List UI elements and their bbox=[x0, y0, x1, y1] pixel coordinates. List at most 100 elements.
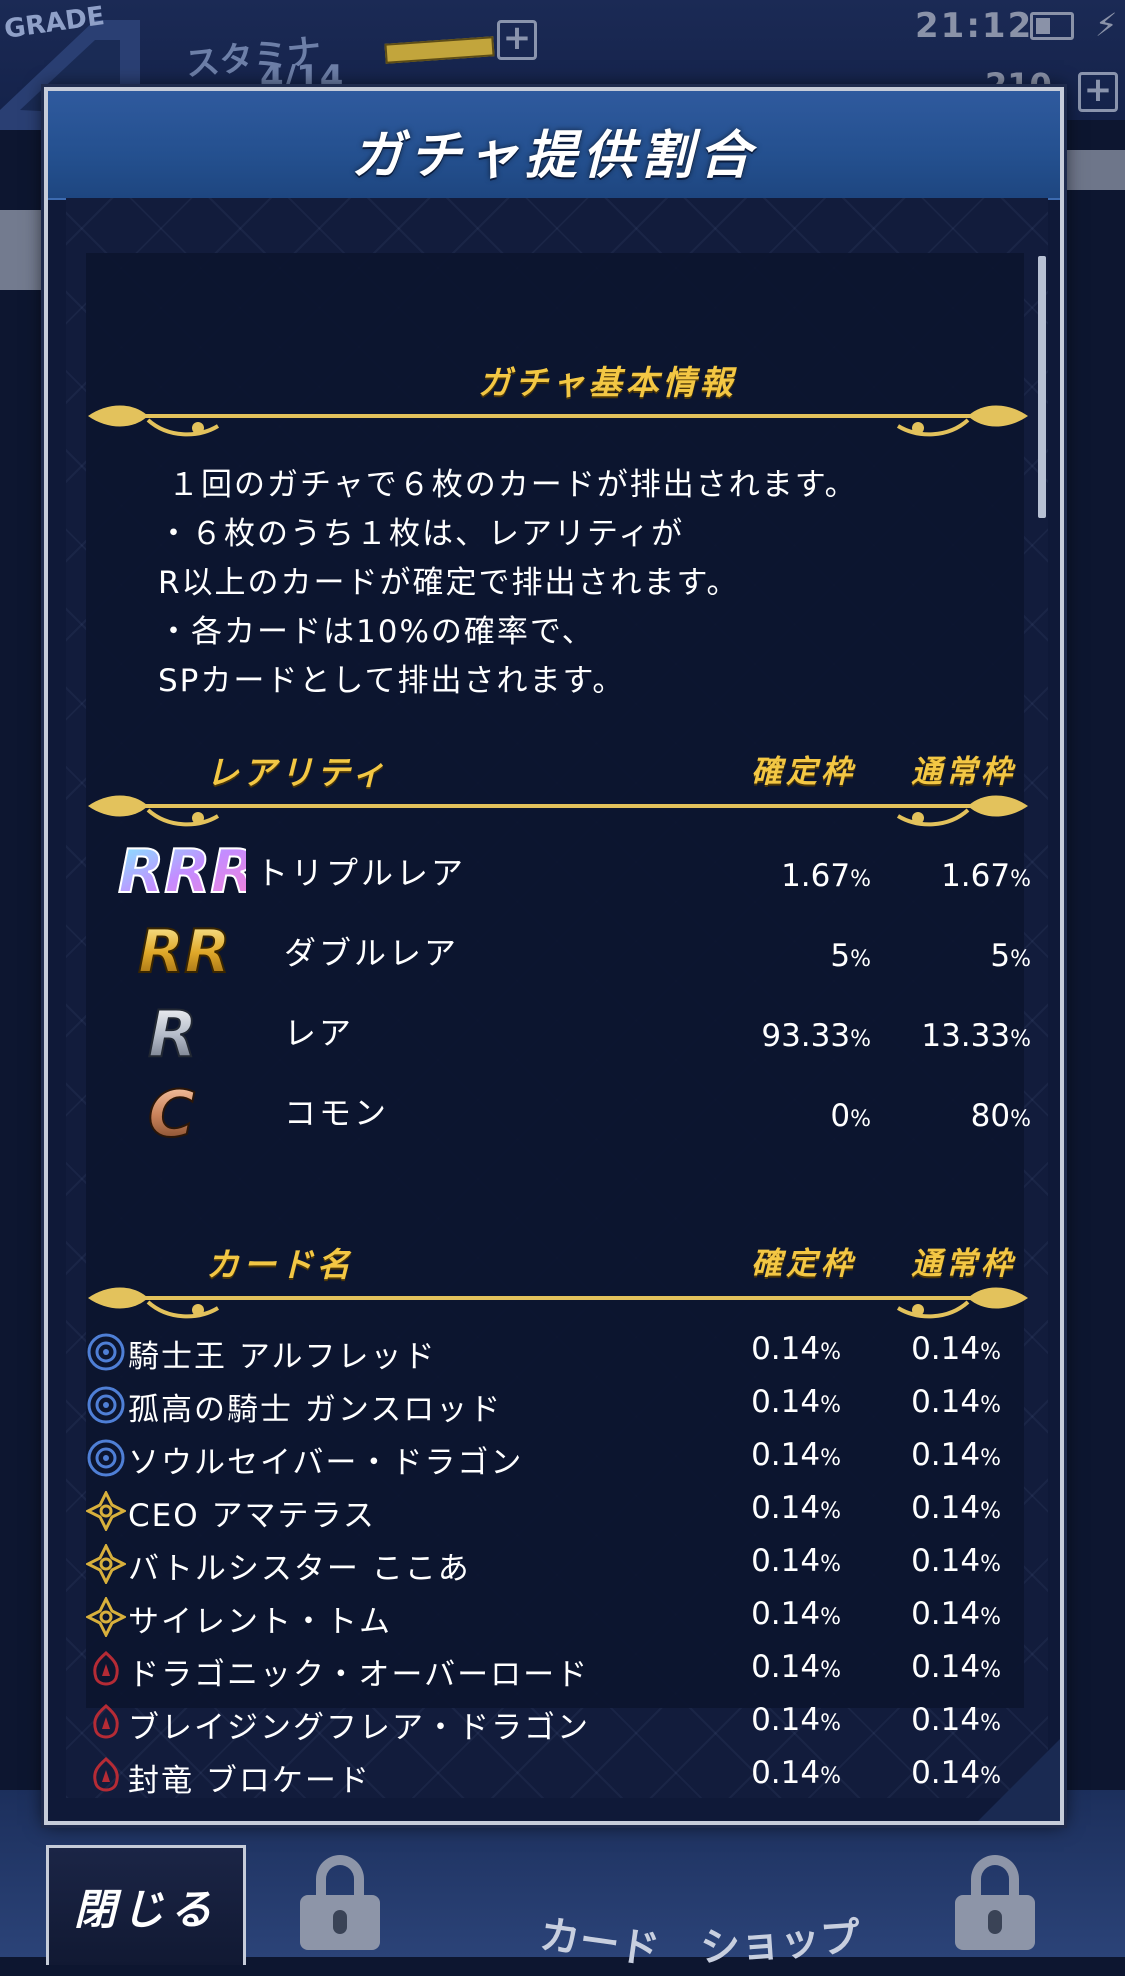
clock: 21:12 bbox=[915, 6, 1034, 46]
card-guaranteed-pct: 0.14% bbox=[681, 1702, 841, 1738]
rarity-row-r: R レア 93.33% 13.33% bbox=[116, 998, 1031, 1062]
pct-unit: % bbox=[850, 867, 871, 892]
ornament-divider bbox=[88, 405, 1028, 437]
pct-unit: % bbox=[1010, 1107, 1031, 1132]
card-name: サイレント・トム bbox=[128, 1604, 392, 1640]
pct-value: 0.14 bbox=[751, 1543, 821, 1579]
rarity-rr-icon: RR bbox=[137, 918, 231, 982]
pct-unit: % bbox=[1010, 867, 1031, 892]
scrollbar[interactable] bbox=[1038, 256, 1046, 1796]
card-name: 封竜 ブロケード bbox=[128, 1763, 371, 1799]
card-name: ブレイジングフレア・ドラゴン bbox=[128, 1710, 590, 1746]
pct-value: 13.33 bbox=[921, 1018, 1011, 1054]
clan-royal-paladin-icon bbox=[87, 1333, 125, 1371]
pct-unit: % bbox=[1010, 947, 1031, 972]
pct-value: 5 bbox=[990, 938, 1011, 974]
card-row: CEO アマテラス 0.14% 0.14% bbox=[86, 1487, 1026, 1539]
pct-unit: % bbox=[980, 1605, 1001, 1630]
card-guaranteed-pct: 0.14% bbox=[681, 1543, 841, 1579]
rarity-name: レア bbox=[284, 1014, 355, 1052]
pct-unit: % bbox=[980, 1393, 1001, 1418]
dialog-body[interactable]: ガチャ基本情報 １回のガチャで６枚のカードが排出されます。 ・６枚のうち１枚は、… bbox=[66, 198, 1048, 1799]
lock-icon[interactable] bbox=[300, 1855, 380, 1950]
rarity-guaranteed-pct: 0% bbox=[711, 1098, 871, 1134]
card-guaranteed-pct: 0.14% bbox=[681, 1331, 841, 1367]
card-normal-pct: 0.14% bbox=[841, 1755, 1001, 1791]
rarity-c-glyph: C bbox=[148, 1078, 195, 1142]
close-button[interactable]: 閉じる bbox=[46, 1845, 246, 1965]
rarity-normal-pct: 1.67% bbox=[871, 858, 1031, 894]
pct-unit: % bbox=[820, 1499, 841, 1524]
rarity-guaranteed-pct: 5% bbox=[711, 938, 871, 974]
card-normal-pct: 0.14% bbox=[841, 1384, 1001, 1420]
pct-unit: % bbox=[980, 1446, 1001, 1471]
ornament-divider bbox=[88, 1287, 1028, 1319]
clan-oracle-think-tank-icon bbox=[86, 1491, 126, 1531]
card-row: 孤高の騎士 ガンスロッド 0.14% 0.14% bbox=[86, 1381, 1026, 1433]
card-normal-pct: 0.14% bbox=[841, 1437, 1001, 1473]
card-name: バトルシスター ここあ bbox=[128, 1551, 471, 1587]
pct-value: 5 bbox=[830, 938, 851, 974]
rarity-rrr-glyph: RRR bbox=[118, 838, 246, 902]
rarity-name: ダブルレア bbox=[284, 934, 460, 972]
pct-value: 0.14 bbox=[751, 1384, 821, 1420]
info-line: SPカードとして排出されます。 bbox=[158, 663, 626, 699]
card-guaranteed-pct: 0.14% bbox=[681, 1596, 841, 1632]
rarity-c-icon: C bbox=[147, 1078, 196, 1142]
pct-unit: % bbox=[820, 1393, 841, 1418]
card-normal-pct: 0.14% bbox=[841, 1649, 1001, 1685]
scrollbar-thumb[interactable] bbox=[1038, 256, 1046, 518]
pct-value: 0.14 bbox=[751, 1490, 821, 1526]
pct-value: 0.14 bbox=[911, 1649, 981, 1685]
battery-icon bbox=[1030, 12, 1074, 40]
info-line: ・各カードは10%の確率で、 bbox=[158, 614, 595, 650]
pct-value: 0.14 bbox=[911, 1331, 981, 1367]
pct-unit: % bbox=[1010, 1027, 1031, 1052]
info-line: ・６枚のうち１枚は、レアリティが bbox=[158, 516, 685, 552]
rarity-r-glyph: R bbox=[148, 998, 197, 1062]
card-normal-pct: 0.14% bbox=[841, 1331, 1001, 1367]
card-guaranteed-pct: 0.14% bbox=[681, 1437, 841, 1473]
nav-shop-label[interactable]: ショップ bbox=[698, 1904, 862, 1973]
clan-kagero-icon bbox=[93, 1651, 119, 1686]
clan-royal-paladin-icon bbox=[87, 1386, 125, 1424]
pct-unit: % bbox=[980, 1340, 1001, 1365]
card-row: サイレント・トム 0.14% 0.14% bbox=[86, 1593, 1026, 1645]
pct-unit: % bbox=[980, 1499, 1001, 1524]
pct-value: 0.14 bbox=[751, 1596, 821, 1632]
card-guaranteed-pct: 0.14% bbox=[681, 1649, 841, 1685]
rarity-row-c: C コモン 0% 80% bbox=[116, 1078, 1031, 1142]
pct-value: 1.67 bbox=[781, 858, 851, 894]
card-name: 騎士王 アルフレッド bbox=[128, 1339, 437, 1375]
card-row: 騎士王 アルフレッド 0.14% 0.14% bbox=[86, 1328, 1026, 1380]
rarity-guaranteed-pct: 1.67% bbox=[711, 858, 871, 894]
pct-value: 0.14 bbox=[751, 1331, 821, 1367]
pct-unit: % bbox=[820, 1552, 841, 1577]
card-normal-pct: 0.14% bbox=[841, 1543, 1001, 1579]
rarity-guaranteed-pct: 93.33% bbox=[711, 1018, 871, 1054]
card-normal-pct: 0.14% bbox=[841, 1702, 1001, 1738]
clan-royal-paladin-icon bbox=[87, 1439, 125, 1477]
lock-icon[interactable] bbox=[955, 1855, 1035, 1950]
card-name: ソウルセイバー・ドラゴン bbox=[128, 1445, 524, 1481]
ornament-divider bbox=[88, 795, 1028, 827]
pct-value: 0.14 bbox=[911, 1543, 981, 1579]
pct-value: 0.14 bbox=[751, 1755, 821, 1791]
rarity-normal-pct: 13.33% bbox=[871, 1018, 1031, 1054]
pct-unit: % bbox=[980, 1764, 1001, 1789]
background-banner-right bbox=[1062, 150, 1125, 190]
rarity-section-title: レアリティ bbox=[206, 753, 390, 792]
pct-unit: % bbox=[850, 1107, 871, 1132]
info-line: R以上のカードが確定で排出されます。 bbox=[158, 565, 740, 601]
pct-value: 80 bbox=[970, 1098, 1011, 1134]
dialog-header: ガチャ提供割合 bbox=[48, 91, 1060, 200]
pct-unit: % bbox=[980, 1711, 1001, 1736]
clan-kagero-icon bbox=[93, 1757, 119, 1792]
rarity-name: トリプルレア bbox=[256, 854, 467, 892]
pct-unit: % bbox=[850, 947, 871, 972]
clan-kagero-icon bbox=[93, 1704, 119, 1739]
stamina-plus-icon[interactable]: + bbox=[497, 20, 537, 60]
rarity-normal-pct: 5% bbox=[871, 938, 1031, 974]
coin-plus-icon[interactable]: + bbox=[1078, 72, 1118, 112]
pct-value: 1.67 bbox=[941, 858, 1011, 894]
